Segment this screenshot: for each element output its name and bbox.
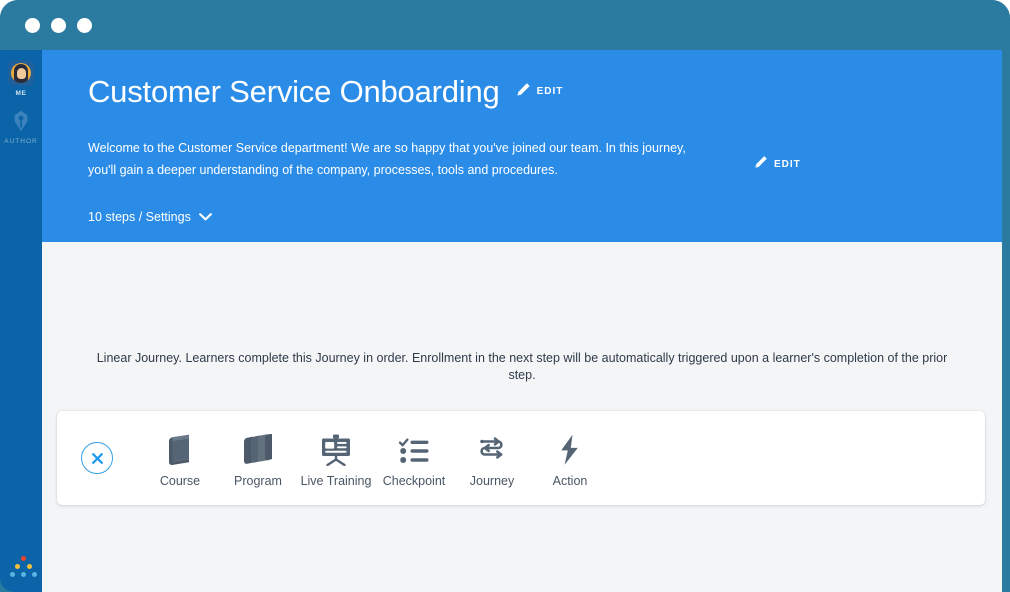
window-titlebar xyxy=(0,0,1010,50)
journey-description: Welcome to the Customer Service departme… xyxy=(88,137,713,181)
edit-title-button[interactable]: EDIT xyxy=(516,82,564,102)
window-maximize-dot[interactable] xyxy=(77,18,92,33)
step-type-program[interactable]: Program xyxy=(219,432,297,488)
app-body: Customer Service Onboarding EDIT Welcome… xyxy=(42,50,1002,592)
step-type-label-checkpoint: Checkpoint xyxy=(382,474,446,488)
edit-description-label: EDIT xyxy=(774,159,801,170)
title-row: Customer Service Onboarding EDIT xyxy=(88,76,563,107)
user-avatar-icon xyxy=(11,63,31,83)
journey-description-text: Welcome to the Customer Service departme… xyxy=(88,141,686,177)
step-type-label-live-training: Live Training xyxy=(300,474,372,488)
linear-journey-note: Linear Journey. Learners complete this J… xyxy=(96,351,948,382)
edit-description-button[interactable]: EDIT xyxy=(738,155,801,174)
step-type-journey[interactable]: Journey xyxy=(453,432,531,488)
step-type-picker-row: Course Program Live Training Checkpoint … xyxy=(81,411,609,505)
edit-description-button-inner[interactable]: EDIT xyxy=(754,155,801,174)
window-close-dot[interactable] xyxy=(25,18,40,33)
step-type-label-course: Course xyxy=(159,474,201,488)
checklist-icon xyxy=(398,432,430,466)
sidebar-item-author[interactable]: AUTHOR xyxy=(0,108,42,145)
edit-title-label: EDIT xyxy=(536,86,564,97)
journey-header: Customer Service Onboarding EDIT Welcome… xyxy=(42,50,1002,242)
lightning-bolt-icon xyxy=(558,432,582,466)
winding-path-icon xyxy=(476,432,508,466)
left-sidebar: ME AUTHOR xyxy=(0,50,42,592)
step-type-label-action: Action xyxy=(552,474,588,488)
step-type-live-training[interactable]: Live Training xyxy=(297,432,375,488)
step-type-picker-card: Course Program Live Training Checkpoint … xyxy=(57,411,985,505)
sidebar-item-label-author: AUTHOR xyxy=(4,138,38,145)
pencil-icon xyxy=(516,82,531,102)
page-title: Customer Service Onboarding xyxy=(88,74,500,109)
book-icon xyxy=(165,432,195,466)
step-type-label-journey: Journey xyxy=(469,474,515,488)
steps-settings-toggle[interactable]: 10 steps / Settings xyxy=(88,210,212,224)
step-type-checkpoint[interactable]: Checkpoint xyxy=(375,432,453,488)
close-circle-icon[interactable] xyxy=(81,442,113,474)
dot-pyramid-logo xyxy=(10,554,38,578)
chevron-down-icon xyxy=(198,213,212,221)
window-minimize-dot[interactable] xyxy=(51,18,66,33)
sidebar-item-label-me: ME xyxy=(15,90,27,97)
pen-nib-icon xyxy=(0,108,42,134)
step-type-label-program: Program xyxy=(234,474,282,488)
step-type-action[interactable]: Action xyxy=(531,432,609,488)
avatar xyxy=(8,60,34,86)
step-type-course[interactable]: Course xyxy=(141,432,219,488)
sidebar-item-me[interactable]: ME xyxy=(0,60,42,97)
app-window: ME AUTHOR Customer Service Onboarding ED… xyxy=(0,0,1010,592)
books-stack-icon xyxy=(241,432,275,466)
presentation-board-icon xyxy=(319,432,353,466)
pencil-icon xyxy=(754,155,768,174)
journey-content: Linear Journey. Learners complete this J… xyxy=(42,242,1002,592)
avatar-face xyxy=(17,68,26,79)
steps-settings-label: 10 steps / Settings xyxy=(88,210,191,224)
